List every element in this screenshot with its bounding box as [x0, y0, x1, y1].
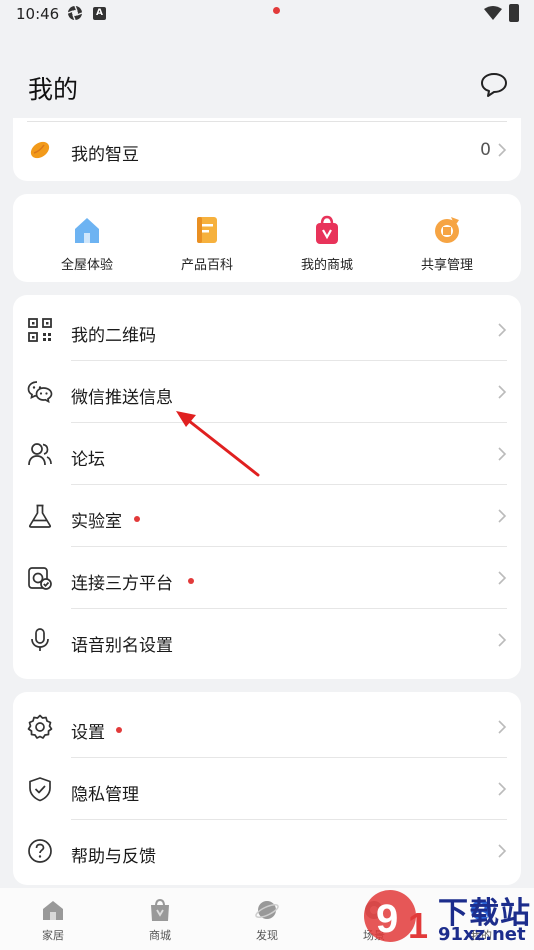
- bean-icon: [30, 141, 50, 159]
- menu-label: 隐私管理: [71, 785, 139, 805]
- menu-item-lab[interactable]: 实验室: [13, 485, 521, 547]
- gear-icon: [27, 714, 53, 739]
- aperture-icon: [67, 5, 83, 21]
- help-icon: [28, 839, 52, 863]
- link-platform-icon: [28, 567, 52, 590]
- wifi-icon: [484, 6, 502, 20]
- house-icon: [75, 218, 99, 243]
- settings-card: 设置 隐私管理 帮助与反馈: [13, 692, 521, 885]
- menu-item-wechat-push[interactable]: 微信推送信息: [13, 361, 521, 423]
- status-time: 10:46: [16, 5, 60, 23]
- menu-item-privacy[interactable]: 隐私管理: [13, 758, 521, 820]
- page-title: 我的: [28, 75, 79, 104]
- share-icon: [435, 217, 459, 243]
- svg-text:1: 1: [408, 905, 428, 946]
- chevron-right-icon: [498, 509, 507, 523]
- wechat-icon: [27, 381, 53, 404]
- nav-tab-discover[interactable]: 发现: [214, 7, 320, 950]
- chevron-right-icon: [498, 720, 507, 734]
- chevron-right-icon: [498, 323, 507, 337]
- notification-dot: [116, 727, 122, 733]
- a-badge-icon: A: [93, 7, 106, 20]
- watermark-url: 91xz.net: [438, 924, 526, 945]
- nav-tab-mall[interactable]: 商城: [107, 888, 213, 950]
- notification-dot: [188, 578, 194, 584]
- microphone-icon: [31, 628, 49, 651]
- chevron-right-icon: [498, 143, 507, 157]
- menu-item-forum[interactable]: 论坛: [13, 423, 521, 485]
- menu-label: 连接三方平台: [71, 574, 173, 594]
- shortcut-label: 全屋体验: [60, 258, 113, 273]
- message-icon[interactable]: [480, 72, 508, 98]
- shortcut-label: 共享管理: [420, 258, 473, 273]
- chevron-right-icon: [498, 844, 507, 858]
- chevron-right-icon: [498, 447, 507, 461]
- shortcut-whole-house[interactable]: 全屋体验: [27, 208, 147, 274]
- beans-label: 我的智豆: [71, 145, 139, 165]
- menu-item-help-feedback[interactable]: 帮助与反馈: [13, 820, 521, 882]
- notification-dot: [134, 516, 140, 522]
- chevron-right-icon: [498, 385, 507, 399]
- chevron-right-icon: [498, 782, 507, 796]
- divider: [27, 121, 507, 122]
- menu-label: 微信推送信息: [71, 388, 173, 408]
- home-icon: [43, 901, 63, 920]
- nav-label: 家居: [42, 929, 64, 942]
- shopping-bag-icon: [316, 215, 338, 244]
- nav-label: 商城: [149, 929, 171, 942]
- chevron-right-icon: [498, 633, 507, 647]
- shortcut-label: 产品百科: [180, 258, 233, 273]
- menu-label: 实验室: [71, 512, 122, 532]
- menu-item-qrcode[interactable]: 我的二维码: [13, 299, 521, 361]
- shield-icon: [29, 777, 51, 802]
- beans-card[interactable]: 我的智豆 0: [13, 118, 521, 181]
- shortcut-share-management[interactable]: 共享管理: [387, 208, 507, 274]
- menu-label: 我的二维码: [71, 326, 156, 346]
- shortcut-label: 我的商城: [300, 258, 353, 273]
- shortcut-my-mall[interactable]: 我的商城: [267, 208, 387, 274]
- flask-icon: [28, 504, 52, 528]
- svg-text:9: 9: [376, 897, 398, 941]
- qrcode-icon: [28, 318, 52, 342]
- menu-item-settings[interactable]: 设置: [13, 696, 521, 758]
- menu-label: 论坛: [71, 450, 105, 470]
- menu-label: 帮助与反馈: [71, 847, 156, 867]
- shortcut-product-wiki[interactable]: 产品百科: [147, 208, 267, 274]
- book-icon: [197, 217, 217, 243]
- annotation-arrow-icon: [176, 411, 260, 477]
- menu-label: 语音别名设置: [71, 636, 173, 656]
- notification-dot: [273, 7, 280, 14]
- mall-icon: [151, 898, 169, 921]
- shortcuts-card: 全屋体验 产品百科 我的商城 共享管理: [13, 194, 521, 282]
- menu-label: 设置: [71, 723, 105, 743]
- status-bar: 10:46 A: [0, 0, 534, 30]
- menu-item-voice-alias[interactable]: 语音别名设置: [13, 609, 521, 671]
- beans-count: 0: [480, 140, 491, 160]
- menu-item-third-party[interactable]: 连接三方平台: [13, 547, 521, 609]
- nav-label: 发现: [256, 929, 278, 942]
- users-icon: [28, 443, 52, 466]
- planet-icon: [255, 901, 279, 919]
- nav-tab-home[interactable]: 家居: [0, 888, 106, 950]
- menu-card: 我的二维码 微信推送信息 论坛 实验室 连接三方平台 语音别名设置: [13, 295, 521, 679]
- battery-icon: [509, 4, 519, 22]
- chevron-right-icon: [498, 571, 507, 585]
